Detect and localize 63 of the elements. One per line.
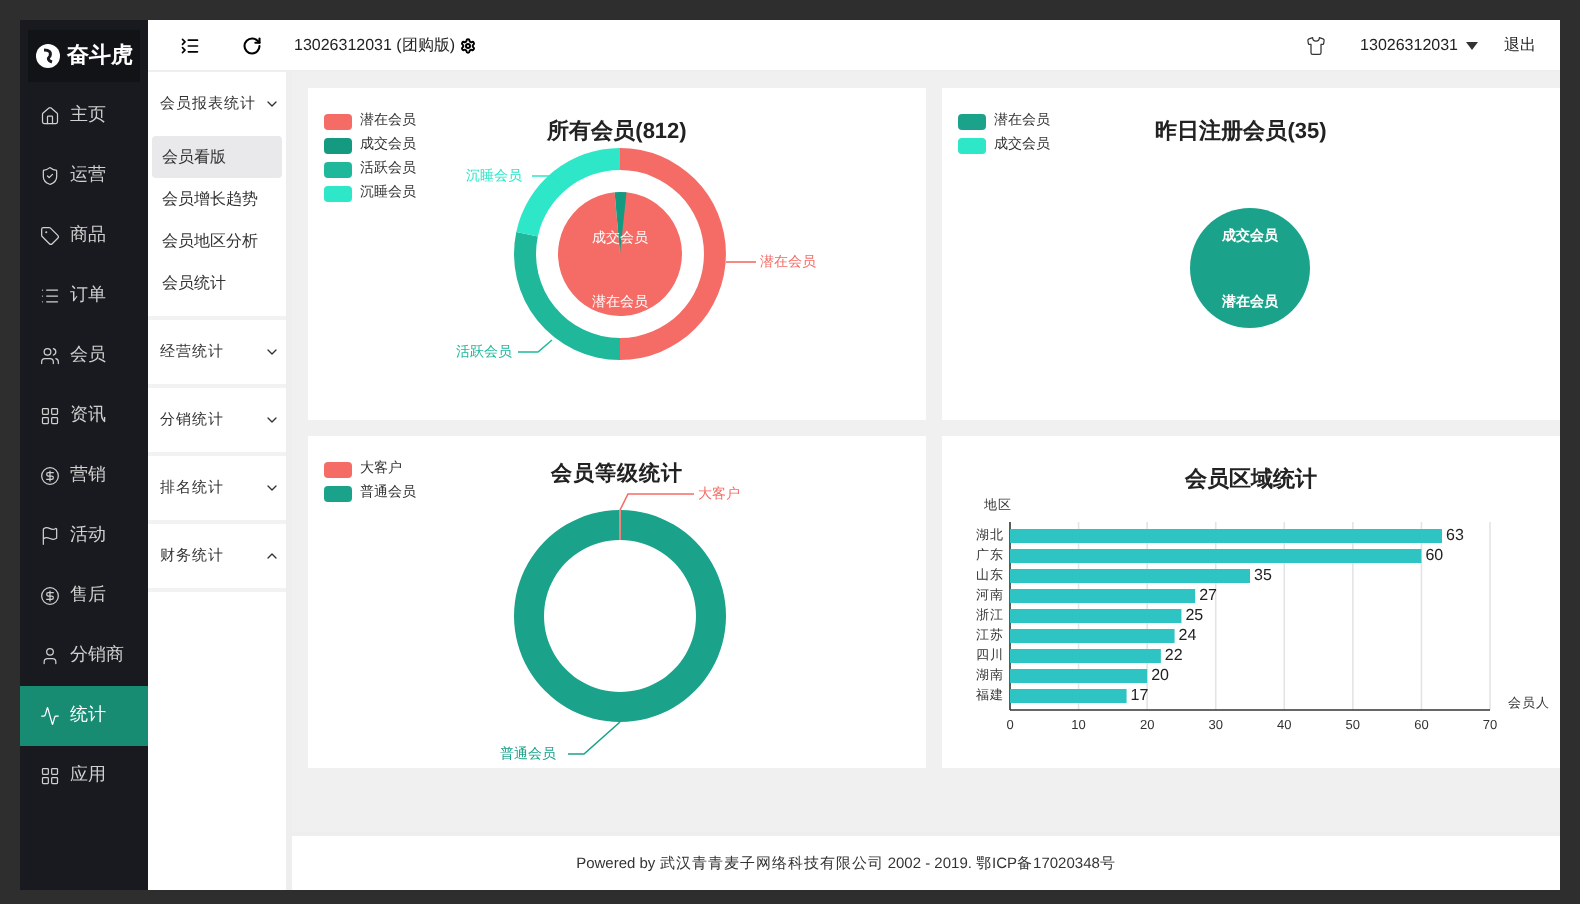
shield-icon <box>40 166 60 186</box>
chart-title: 会员区域统计 <box>1183 465 1319 496</box>
users-icon <box>40 346 60 366</box>
leader-line <box>567 721 621 755</box>
bar <box>1010 689 1127 703</box>
caret-icon <box>1466 41 1478 49</box>
value-label: 35 <box>1254 566 1272 585</box>
user-icon <box>40 646 60 666</box>
tag-icon <box>40 226 60 246</box>
chevron-down-icon <box>264 344 280 360</box>
value-label: 60 <box>1425 546 1444 565</box>
list-icon <box>40 286 60 306</box>
dollar-icon <box>40 586 60 606</box>
submenu-item[interactable]: 会员统计 <box>152 262 282 304</box>
chevron-down-icon <box>264 96 280 112</box>
pulse-icon <box>40 706 60 726</box>
pie-chart-drawing <box>1190 208 1310 328</box>
nav-item[interactable]: 分销商 <box>20 626 148 686</box>
nav-item[interactable]: 资讯 <box>20 386 148 446</box>
nav-item[interactable]: 统计 <box>20 686 148 746</box>
nav-item[interactable]: 订单 <box>20 266 148 326</box>
value-label: 20 <box>1151 666 1169 685</box>
leader-line <box>619 493 695 511</box>
submenu-item[interactable]: 会员看版 <box>152 136 282 178</box>
chart-title: 所有会员(812) <box>547 117 687 148</box>
nav-item[interactable]: 运营 <box>20 146 148 206</box>
value-label: 17 <box>1130 686 1149 705</box>
nav-item[interactable]: 营销 <box>20 446 148 506</box>
settings-icon[interactable] <box>459 37 475 53</box>
flag-icon <box>40 526 60 546</box>
store-name: 13026312031 (团购版) <box>294 33 455 57</box>
nav-item[interactable]: 应用 <box>20 746 148 806</box>
dollar-icon <box>40 466 60 486</box>
home-icon <box>40 106 60 126</box>
shirt-icon[interactable] <box>1306 35 1327 55</box>
chevron-down-icon <box>264 412 280 428</box>
submenu-item[interactable]: 会员地区分析 <box>152 220 282 262</box>
chevron-up-icon <box>264 548 280 564</box>
value-label: 24 <box>1178 626 1197 645</box>
submenu-item[interactable]: 会员增长趋势 <box>152 178 282 220</box>
bar <box>1010 669 1148 683</box>
refresh-icon[interactable] <box>242 35 262 55</box>
logout-link[interactable]: 退出 <box>1504 33 1536 57</box>
leader-line <box>517 339 553 353</box>
chevron-down-icon <box>264 480 280 496</box>
value-label: 27 <box>1199 586 1217 605</box>
value-label: 63 <box>1446 526 1464 545</box>
grid-icon <box>40 406 60 426</box>
chart-title: 昨日注册会员(35) <box>1153 117 1329 148</box>
nav-item[interactable]: 主页 <box>20 86 148 146</box>
grid-icon <box>40 766 60 786</box>
leader-line <box>725 261 757 263</box>
logo-icon <box>35 44 59 68</box>
account-menu[interactable]: 13026312031 <box>1360 33 1478 57</box>
value-label: 22 <box>1164 646 1183 665</box>
nav-item[interactable]: 售后 <box>20 566 148 626</box>
nav-item[interactable]: 活动 <box>20 506 148 566</box>
nav-item[interactable]: 商品 <box>20 206 148 266</box>
chart-title: 会员等级统计 <box>551 460 683 490</box>
logo-text: 奋斗虎 <box>67 41 133 72</box>
nav-item[interactable]: 会员 <box>20 326 148 386</box>
menu-icon[interactable] <box>180 35 200 55</box>
value-label: 25 <box>1185 606 1204 625</box>
